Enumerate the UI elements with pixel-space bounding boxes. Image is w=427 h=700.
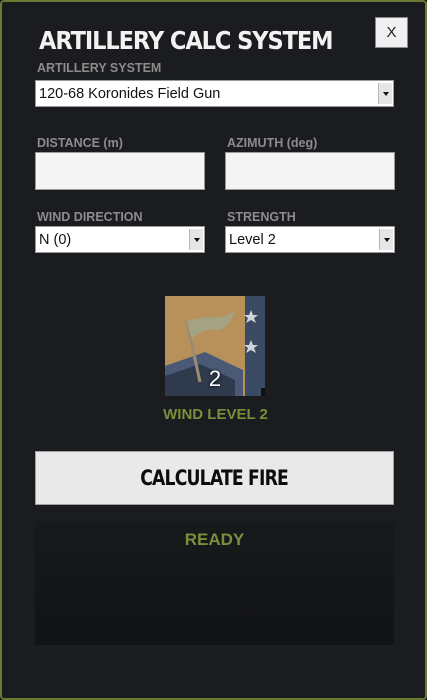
artillery-system-select[interactable]: 120-68 Koronides Field Gun: [35, 80, 394, 107]
wind-flag-image: 2: [165, 296, 265, 396]
distance-label: DISTANCE (m): [37, 136, 123, 150]
wind-direction-value: N (0): [39, 231, 72, 248]
wind-level-caption: WIND LEVEL 2: [163, 406, 268, 423]
artillery-system-label: ARTILLERY SYSTEM: [37, 61, 162, 75]
strength-select[interactable]: Level 2: [225, 226, 395, 253]
wind-direction-label: WIND DIRECTION: [37, 210, 143, 224]
strength-value: Level 2: [229, 231, 276, 248]
chevron-down-icon[interactable]: [378, 83, 392, 104]
artillery-system-value: 120-68 Koronides Field Gun: [39, 85, 221, 102]
azimuth-input[interactable]: [225, 152, 395, 190]
close-button[interactable]: X: [375, 17, 408, 48]
chevron-down-icon[interactable]: [189, 229, 203, 250]
calculate-fire-button[interactable]: CALCULATE FIRE: [35, 451, 394, 505]
window-title: ARTILLERY CALC SYSTEM: [39, 26, 334, 55]
distance-input[interactable]: [35, 152, 205, 190]
wind-level-number: 2: [208, 366, 222, 391]
calculate-fire-label: CALCULATE FIRE: [140, 466, 290, 490]
wind-direction-select[interactable]: N (0): [35, 226, 205, 253]
strength-label: STRENGTH: [227, 210, 296, 224]
chevron-down-icon[interactable]: [379, 229, 393, 250]
status-text: READY: [184, 530, 245, 549]
output-panel: READY: [35, 522, 394, 645]
calculator-window: ARTILLERY CALC SYSTEM X ARTILLERY SYSTEM…: [0, 0, 427, 700]
azimuth-label: AZIMUTH (deg): [227, 136, 318, 150]
